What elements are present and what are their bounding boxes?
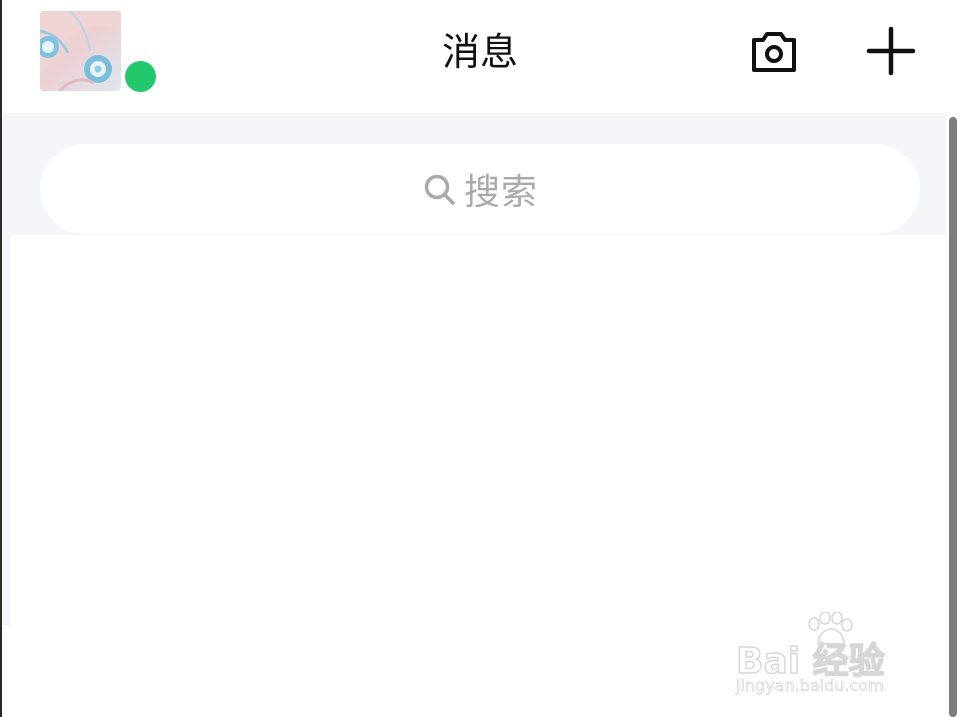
watermark-url: jingyan.baidu.com (736, 676, 884, 696)
search-icon (424, 174, 455, 205)
scrollbar-thumb[interactable] (949, 117, 957, 717)
list-left-gutter (2, 235, 10, 625)
camera-button[interactable] (748, 26, 800, 78)
plus-icon (866, 26, 916, 76)
search-input[interactable]: 搜索 (40, 144, 920, 234)
message-list[interactable] (10, 235, 946, 625)
user-avatar[interactable] (40, 11, 121, 91)
avatar-art (40, 11, 121, 91)
add-button[interactable] (864, 24, 918, 78)
watermark-brand: Bai 经验 (735, 640, 885, 682)
search-field-content: 搜索 (40, 144, 920, 234)
camera-icon (752, 32, 796, 72)
watermark: Bai 经验 jingyan.baidu.com (735, 612, 916, 702)
search-placeholder: 搜索 (463, 172, 538, 213)
scrollbar[interactable] (946, 113, 960, 717)
page-title: 消息 (441, 30, 518, 74)
online-status-indicator (125, 61, 156, 92)
